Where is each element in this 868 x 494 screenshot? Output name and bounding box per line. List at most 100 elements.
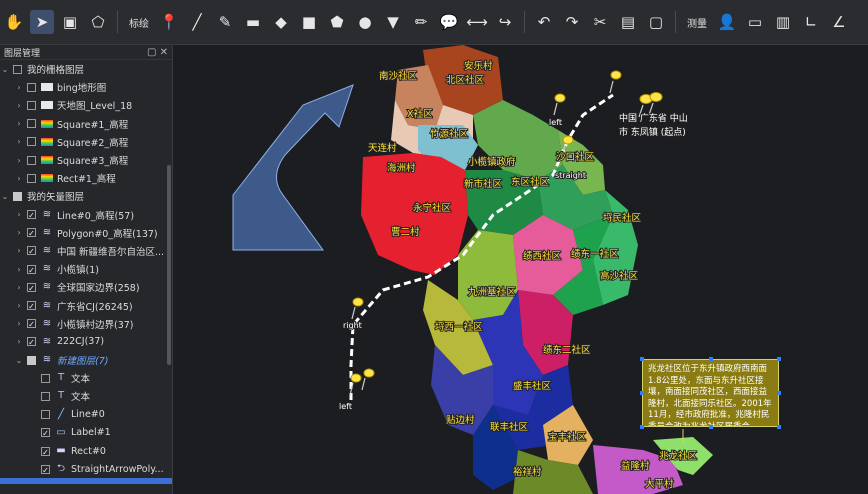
pentagon-tool-icon[interactable]: ⬟	[325, 10, 349, 34]
feature-checkbox[interactable]: ✓	[41, 446, 50, 457]
image-select-icon[interactable]: ▣	[58, 10, 82, 34]
resize-handle[interactable]	[777, 391, 781, 395]
chevron-right-icon[interactable]: ›	[14, 228, 24, 237]
layer-checkbox[interactable]	[27, 100, 36, 110]
chevron-down-icon[interactable]: ⌄	[0, 65, 10, 74]
area-measure-icon[interactable]: ▥	[771, 10, 795, 34]
feature-checkbox[interactable]	[41, 373, 50, 383]
feature-checkbox[interactable]: ✓	[41, 464, 50, 475]
person-measure-icon[interactable]: 👤	[715, 10, 739, 34]
feature-row-selected[interactable]	[0, 478, 172, 485]
rectangle-tool-icon[interactable]: ▬	[241, 10, 265, 34]
chevron-right-icon[interactable]: ›	[14, 337, 24, 346]
resize-handle[interactable]	[640, 357, 644, 361]
vector-group-row[interactable]: ⌄ 我的矢量图层	[0, 187, 172, 205]
group-checkbox[interactable]	[13, 64, 22, 74]
resize-handle[interactable]	[640, 391, 644, 395]
layer-row[interactable]: › ✓ ≋ 全球国家边界(258)	[0, 278, 172, 296]
chevron-right-icon[interactable]: ›	[14, 119, 24, 128]
float-panel-icon[interactable]: ▢	[147, 47, 156, 58]
layer-row[interactable]: › ✓ ≋ 小榄镇(1)	[0, 260, 172, 278]
polygon-select-icon[interactable]: ⬠	[86, 10, 110, 34]
layer-checkbox[interactable]: ✓	[27, 319, 36, 329]
resize-handle[interactable]	[777, 425, 781, 429]
chevron-right-icon[interactable]: ›	[14, 174, 24, 183]
layer-row[interactable]: › ✓ ≋ 广东省CJ(26245)	[0, 296, 172, 314]
angle-measure-icon[interactable]: ∠	[827, 10, 851, 34]
layer-checkbox[interactable]: ✓	[27, 264, 36, 275]
note-icon[interactable]: ▢	[644, 10, 668, 34]
curved-arrow-icon[interactable]: ↪	[493, 10, 517, 34]
cut-icon[interactable]: ✂	[588, 10, 612, 34]
layer-row[interactable]: › bing地形图	[0, 78, 172, 96]
select-tool-icon[interactable]: ➤	[30, 10, 54, 34]
layer-checkbox[interactable]	[27, 137, 36, 147]
edit-line-icon[interactable]: ✏	[409, 10, 433, 34]
feature-row[interactable]: ╱ Line#0	[0, 406, 172, 424]
chevron-down-icon[interactable]: ⌄	[14, 356, 24, 365]
chevron-right-icon[interactable]: ›	[14, 101, 24, 110]
feature-row[interactable]: T 文本	[0, 387, 172, 405]
undo-icon[interactable]: ↶	[532, 10, 556, 34]
layer-checkbox[interactable]: ✓	[27, 210, 36, 220]
distance-measure-icon[interactable]: ▭	[743, 10, 767, 34]
chevron-right-icon[interactable]: ›	[14, 319, 24, 328]
layer-row[interactable]: › Rect#1_高程	[0, 169, 172, 187]
layer-row[interactable]: › Square#1_高程	[0, 115, 172, 133]
new-layer-row[interactable]: ⌄ ≋ 新建图层(7)	[0, 351, 172, 369]
resize-handle[interactable]	[640, 425, 644, 429]
chevron-right-icon[interactable]: ›	[14, 246, 24, 255]
resize-handle[interactable]	[709, 357, 713, 361]
height-measure-icon[interactable]: ∟	[799, 10, 823, 34]
layer-row[interactable]: › ✓ ≋ Line#0_高程(57)	[0, 206, 172, 224]
polyline-tool-icon[interactable]: ✎	[213, 10, 237, 34]
chevron-right-icon[interactable]: ›	[14, 210, 24, 219]
document-icon[interactable]: ▤	[616, 10, 640, 34]
chevron-right-icon[interactable]: ›	[14, 83, 24, 92]
pan-tool-icon[interactable]: ✋	[2, 10, 26, 34]
layer-checkbox[interactable]: ✓	[27, 228, 36, 238]
layer-row[interactable]: › Square#3_高程	[0, 151, 172, 169]
double-arrow-icon[interactable]: ⟷	[465, 10, 489, 34]
layer-checkbox[interactable]: ✓	[27, 301, 36, 311]
layer-row[interactable]: › ✓ ≋ 222CJ(37)	[0, 333, 172, 351]
line-tool-icon[interactable]: ╱	[185, 10, 209, 34]
diamond-tool-icon[interactable]: ◆	[269, 10, 293, 34]
panel-scrollbar[interactable]	[167, 165, 171, 365]
layer-row[interactable]: › 天地图_Level_18	[0, 96, 172, 114]
feature-checkbox[interactable]	[41, 391, 50, 401]
feature-row[interactable]: T 文本	[0, 369, 172, 387]
point-marker-icon[interactable]: 📍	[157, 10, 181, 34]
layer-row[interactable]: › Square#2_高程	[0, 133, 172, 151]
layer-checkbox[interactable]	[27, 119, 36, 129]
circle-tool-icon[interactable]: ●	[353, 10, 377, 34]
layer-checkbox[interactable]	[27, 155, 36, 165]
redo-icon[interactable]: ↷	[560, 10, 584, 34]
layer-row[interactable]: › ✓ ≋ 中国 新疆维吾尔自治区...	[0, 242, 172, 260]
square-tool-icon[interactable]: ■	[297, 10, 321, 34]
layer-checkbox[interactable]: ✓	[27, 337, 36, 347]
layer-checkbox[interactable]	[27, 82, 36, 92]
chevron-right-icon[interactable]: ›	[14, 137, 24, 146]
layer-checkbox[interactable]: ✓	[27, 246, 36, 256]
chevron-right-icon[interactable]: ›	[14, 265, 24, 274]
layer-row[interactable]: › ✓ ≋ Polygon#0_高程(137)	[0, 224, 172, 242]
chevron-right-icon[interactable]: ›	[14, 156, 24, 165]
feature-checkbox[interactable]: ✓	[41, 428, 50, 438]
label-tool-icon[interactable]: 💬	[437, 10, 461, 34]
feature-checkbox[interactable]	[41, 410, 50, 420]
layer-checkbox[interactable]: ✓	[27, 282, 36, 293]
triangle-tool-icon[interactable]: ▼	[381, 10, 405, 34]
layer-checkbox[interactable]	[27, 355, 36, 365]
info-callout[interactable]: 兆龙社区位于东升镇政府西南面1.8公里处，东面与东升社区接壤，南面接同茂社区，西…	[642, 359, 779, 427]
layer-checkbox[interactable]	[27, 173, 36, 183]
chevron-down-icon[interactable]: ⌄	[0, 192, 10, 201]
chevron-right-icon[interactable]: ›	[14, 283, 24, 292]
close-panel-icon[interactable]: ✕	[160, 47, 168, 58]
group-checkbox[interactable]	[13, 191, 22, 201]
layer-row[interactable]: › ✓ ≋ 小榄镇村边界(37)	[0, 315, 172, 333]
resize-handle[interactable]	[777, 357, 781, 361]
resize-handle[interactable]	[709, 425, 713, 429]
feature-row[interactable]: ✓ ▭ Label#1	[0, 424, 172, 442]
raster-group-row[interactable]: ⌄ 我的栅格图层	[0, 60, 172, 78]
